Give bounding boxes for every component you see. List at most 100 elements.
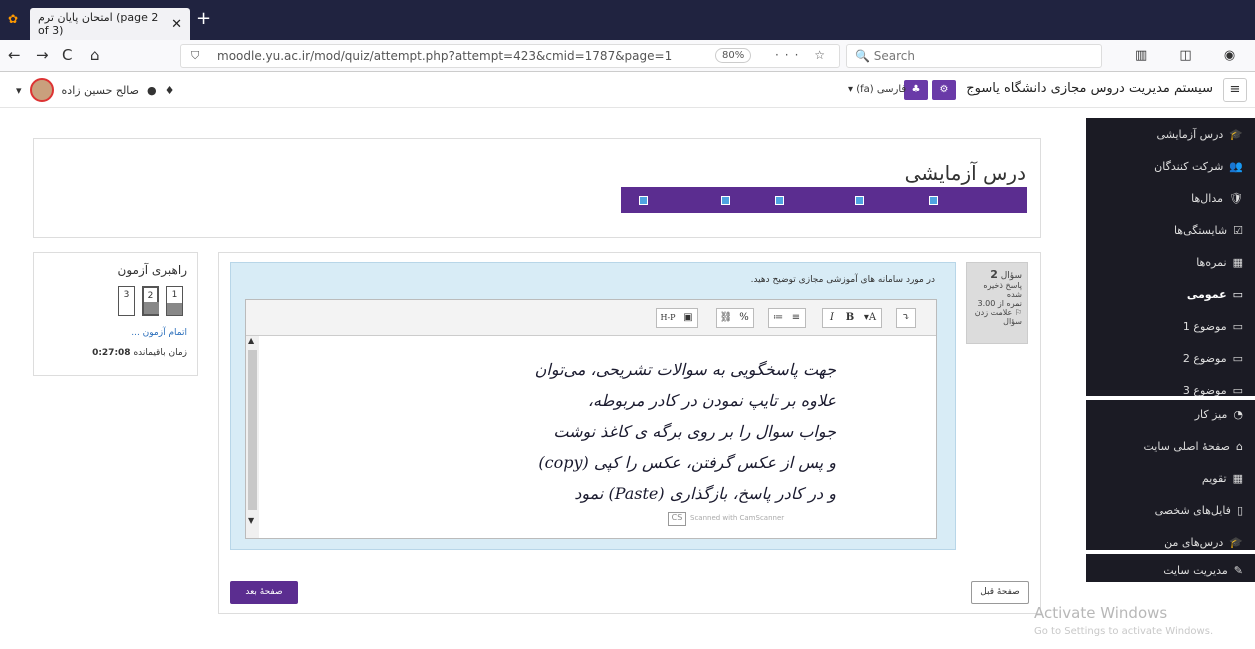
- sidebar-item-general[interactable]: ▭ عمومی: [1187, 288, 1243, 301]
- sidebar-item-competencies[interactable]: ☑ شایستگی‌ها: [1174, 224, 1243, 237]
- answer-line: علاوه بر تایپ نمودن در کادر مربوطه،: [587, 391, 836, 410]
- chevron-up-icon[interactable]: ▲: [248, 336, 254, 345]
- sidebar-item-private-files[interactable]: ▯ فایل‌های شخصی: [1155, 504, 1243, 517]
- camscanner-logo-icon: CS: [668, 512, 686, 526]
- time-left-value: 0:27:08: [92, 348, 131, 358]
- quiz-nav-title: راهبری آزمون: [117, 263, 187, 277]
- new-tab-button[interactable]: +: [196, 8, 211, 29]
- show-more-icon[interactable]: ⤵: [897, 309, 915, 327]
- answer-textarea[interactable]: ▲ ▼ جهت پاسخگویی به سوالات تشریحی، می‌تو…: [246, 336, 936, 538]
- time-left: زمان باقیمانده 0:27:08: [92, 348, 187, 358]
- nav-square-icon[interactable]: [639, 196, 648, 205]
- url-bar[interactable]: ⛉ moodle.yu.ac.ir/mod/quiz/attempt.php?a…: [180, 44, 840, 68]
- sidebar-item-my-courses[interactable]: 🎓 درس‌های من: [1164, 536, 1243, 549]
- gear-icon[interactable]: ⚙: [932, 80, 956, 100]
- home-icon[interactable]: ⌂: [90, 46, 100, 64]
- search-input[interactable]: 🔍 Search: [846, 44, 1102, 68]
- question-text: در مورد سامانه های آموزشی مجازی توضیح ده…: [750, 275, 935, 285]
- chat-icon[interactable]: ●: [147, 84, 157, 97]
- editor-scrollbar[interactable]: ▲ ▼: [246, 336, 259, 538]
- folder-icon: ▭: [1232, 288, 1243, 301]
- italic-icon[interactable]: I: [823, 309, 841, 327]
- forward-icon[interactable]: →: [36, 46, 49, 64]
- sidebar-item-topic-2[interactable]: ▭ موضوع 2: [1183, 352, 1243, 365]
- unlink-icon[interactable]: ⛓: [717, 309, 735, 327]
- language-menu[interactable]: فارسی (fa) ▾: [848, 84, 906, 95]
- sidebar-item-site-home[interactable]: ⌂ صفحهٔ اصلی سایت: [1143, 440, 1243, 453]
- next-page-button[interactable]: صفحهٔ بعد: [230, 581, 298, 604]
- checkbox-icon: ☑: [1233, 224, 1243, 237]
- sidebar-item-badges[interactable]: 🛡 مدال‌ها: [1191, 192, 1243, 205]
- quiz-navigation-block: راهبری آزمون 3 2 1 اتمام آزمون ... زمان …: [33, 252, 198, 376]
- users-icon: 👥: [1229, 160, 1243, 173]
- previous-page-button[interactable]: صفحهٔ قبل: [971, 581, 1029, 604]
- page-title: درس آزمایشی: [904, 161, 1026, 185]
- user-dropdown-icon[interactable]: ▾: [16, 84, 22, 97]
- image-icon[interactable]: ▣: [679, 309, 697, 327]
- sidebar-item-site-admin[interactable]: ✎ مدیریت سایت: [1163, 564, 1243, 577]
- bell-icon[interactable]: ♦: [165, 84, 175, 97]
- nav-square-icon[interactable]: [775, 196, 784, 205]
- question-info: سؤال 2 پاسخ ذخیره شده نمره از 3.00 ⚐ علا…: [966, 262, 1028, 344]
- wrench-icon: ✎: [1233, 564, 1243, 577]
- avatar[interactable]: [29, 78, 54, 102]
- sidebar-item-participants[interactable]: 👥 شرکت کنندگان: [1154, 160, 1243, 173]
- chevron-down-icon[interactable]: ▼: [248, 516, 254, 525]
- quiz-nav-question-3[interactable]: 3: [118, 286, 135, 316]
- sidebar-item-label: نمره‌ها: [1196, 256, 1227, 269]
- user-name[interactable]: صالح حسین زاده: [62, 84, 139, 97]
- graduation-cap-icon: 🎓: [1229, 128, 1243, 141]
- sidebar-item-grades[interactable]: ▦ نمره‌ها: [1196, 256, 1243, 269]
- quiz-nav-question-2[interactable]: 2: [142, 286, 159, 316]
- browser-tab-bar: ✿ امتحان پایان ترم (page 2 of 3) ✕ +: [0, 0, 1255, 40]
- sidebar-item-course[interactable]: 🎓 درس آزمایشی: [1157, 128, 1244, 141]
- handwritten-answer-image: جهت پاسخگویی به سوالات تشریحی، می‌توان ع…: [535, 354, 836, 509]
- answered-indicator: [167, 303, 182, 315]
- toolbar-group-links: ⛓ %: [716, 308, 754, 328]
- reload-icon[interactable]: C: [62, 46, 72, 64]
- nav-square-icon[interactable]: [855, 196, 864, 205]
- folder-icon: ▭: [1232, 352, 1243, 365]
- quiz-nav-question-1[interactable]: 1: [166, 286, 183, 316]
- table-icon: ▦: [1232, 256, 1243, 269]
- sidebar-item-label: درس‌های من: [1164, 536, 1224, 549]
- close-tab-icon[interactable]: ✕: [171, 17, 182, 32]
- user-menu[interactable]: ▾ صالح حسین زاده ● ♦: [16, 78, 175, 102]
- library-icon[interactable]: ▥ ◫ ◉: [1135, 48, 1249, 63]
- activate-windows-subtitle: Go to Settings to activate Windows.: [1034, 626, 1214, 637]
- calendar-icon: ▦: [1232, 472, 1243, 485]
- numbered-list-icon[interactable]: ≔: [769, 309, 787, 327]
- toolbar-group-media: H-P ▣: [656, 308, 698, 328]
- answered-indicator: [144, 302, 159, 314]
- nav-square-icon[interactable]: [721, 196, 730, 205]
- link-icon[interactable]: %: [735, 309, 753, 327]
- menu-toggle-icon[interactable]: ≡: [1223, 78, 1247, 102]
- sidebar-item-label: شایستگی‌ها: [1173, 224, 1228, 237]
- finish-attempt-link[interactable]: اتمام آزمون ...: [131, 328, 187, 338]
- zoom-level[interactable]: 80%: [715, 48, 752, 63]
- h5p-icon[interactable]: H-P: [657, 309, 679, 327]
- bold-icon[interactable]: B: [841, 309, 859, 327]
- scroll-thumb[interactable]: [248, 350, 257, 510]
- sidebar-item-label: عمومی: [1186, 288, 1227, 301]
- course-nav-bar: [621, 187, 1027, 213]
- browser-nav-bar: ← → C ⌂ ⛉ moodle.yu.ac.ir/mod/quiz/attem…: [0, 40, 1255, 72]
- question-grade: نمره از 3.00: [977, 299, 1022, 308]
- network-icon[interactable]: ♣: [904, 80, 928, 100]
- sidebar-item-dashboard[interactable]: ◔ میز کار: [1195, 408, 1243, 421]
- browser-tab[interactable]: امتحان پایان ترم (page 2 of 3) ✕: [30, 8, 190, 40]
- sidebar-item-calendar[interactable]: ▦ تقویم: [1202, 472, 1243, 485]
- flag-icon: ⚐: [1014, 308, 1022, 317]
- sidebar-item-topic-1[interactable]: ▭ موضوع 1: [1183, 320, 1243, 333]
- flag-question-link[interactable]: ⚐ علامت زدن سؤال: [972, 308, 1022, 326]
- nav-square-icon[interactable]: [929, 196, 938, 205]
- paragraph-styles-icon[interactable]: ▾A: [859, 309, 881, 327]
- page-actions-icon[interactable]: ··· ☆: [775, 48, 831, 62]
- site-name[interactable]: سیستم مدیریت دروس مجازی دانشگاه یاسوج: [966, 81, 1213, 96]
- bullet-list-icon[interactable]: ≡: [787, 309, 805, 327]
- question-number: سؤال 2: [972, 268, 1022, 281]
- back-icon[interactable]: ←: [8, 46, 21, 64]
- answer-editor[interactable]: H-P ▣ ⛓ % ≔ ≡ I B ▾A ⤵ ▲ ▼ جهت پاسخگویی …: [245, 299, 937, 539]
- answer-line: جواب سوال را بر روی برگه ی کاغذ نوشت: [553, 422, 836, 441]
- question-content: در مورد سامانه های آموزشی مجازی توضیح ده…: [230, 262, 956, 550]
